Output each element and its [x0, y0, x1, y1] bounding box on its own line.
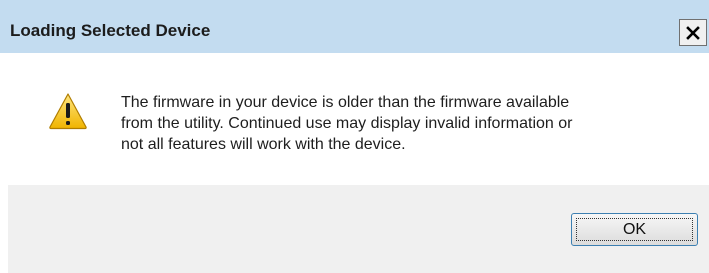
ok-button[interactable]: OK	[571, 213, 698, 246]
message-line: The firmware in your device is older tha…	[121, 94, 570, 111]
warning-icon	[49, 93, 87, 130]
dialog-title: Loading Selected Device	[10, 21, 211, 40]
message-line: from the utility. Continued use may disp…	[121, 115, 573, 132]
ok-button-label: OK	[622, 220, 647, 238]
title-bar[interactable]: Loading Selected Device	[0, 0, 709, 53]
close-icon	[686, 25, 700, 40]
message-dialog: Loading Selected Device The firmware in …	[0, 0, 709, 273]
message-line: not all features will work with the devi…	[121, 136, 406, 153]
message-text: The firmware in your device is older tha…	[121, 92, 681, 155]
close-button[interactable]	[679, 19, 707, 46]
